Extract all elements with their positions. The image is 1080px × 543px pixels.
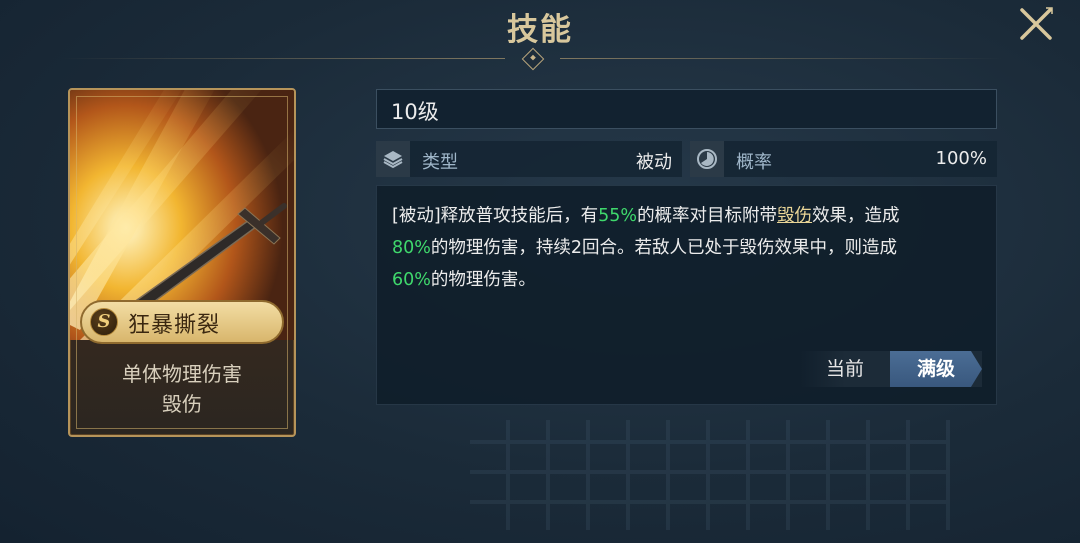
desc-text: 的物理伤害，持续2回合。若敌人已处于毁伤效果中，则造成 xyxy=(430,238,898,258)
rate-value: 100% xyxy=(935,148,987,169)
type-value: 被动 xyxy=(636,152,672,173)
pie-chart-icon xyxy=(690,141,724,177)
title-divider-right xyxy=(560,58,1005,59)
desc-damage-value-2: 60% xyxy=(392,270,431,290)
status-keyword-link[interactable]: 毁伤 xyxy=(777,206,812,226)
desc-text: 效果，造成 xyxy=(812,206,900,226)
rate-label: 概率 xyxy=(736,152,772,173)
rate-stat: 概率 100% xyxy=(690,141,997,177)
title-divider-left xyxy=(60,58,505,59)
desc-chance-value: 55% xyxy=(598,206,638,226)
level-toggle: 当前 满级 xyxy=(800,351,982,387)
skill-name-banner: S 狂暴撕裂 xyxy=(80,300,284,344)
skill-category: 单体物理伤害 xyxy=(122,362,242,386)
grade-badge: S xyxy=(90,308,118,336)
layers-icon xyxy=(376,141,410,177)
current-level-button[interactable]: 当前 xyxy=(800,351,890,387)
skill-card: S 狂暴撕裂 单体物理伤害 毁伤 xyxy=(68,88,296,437)
background-pattern xyxy=(470,420,950,530)
close-icon xyxy=(1020,7,1053,40)
type-label: 类型 xyxy=(422,152,458,173)
max-level-button[interactable]: 满级 xyxy=(890,351,982,387)
desc-damage-value: 80% xyxy=(392,238,431,258)
skill-name: 狂暴撕裂 xyxy=(128,313,221,338)
skill-description: [被动]释放普攻技能后，有55%的概率对目标附带毁伤效果，造成 80%的物理伤害，… xyxy=(392,200,992,296)
desc-text: 的概率对目标附带 xyxy=(637,206,778,226)
skill-effect-tag: 毁伤 xyxy=(162,392,202,416)
title-ornament xyxy=(521,47,545,71)
type-stat: 类型 被动 xyxy=(376,141,682,177)
page-title: 技能 xyxy=(507,12,573,48)
close-button[interactable] xyxy=(1016,4,1056,44)
level-box: 10级 xyxy=(376,89,997,129)
skill-level: 10级 xyxy=(391,100,439,124)
desc-text: 的物理伤害。 xyxy=(430,270,536,290)
desc-text: [被动]释放普攻技能后，有 xyxy=(392,206,599,226)
